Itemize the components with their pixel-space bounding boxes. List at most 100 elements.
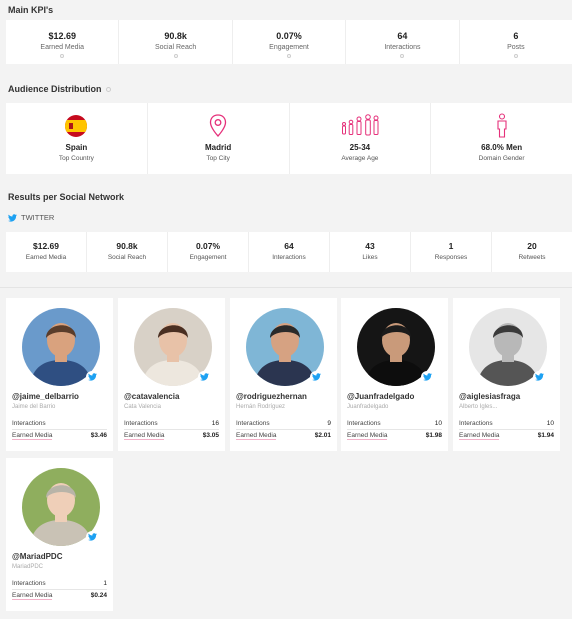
influencer-card[interactable]: @rodriguezhernan Hernán Rodríguez Intera… xyxy=(230,298,337,451)
twitter-kpi-value: 20 xyxy=(527,241,537,251)
audience-gender: 68.0% Men Domain Gender xyxy=(431,103,572,174)
audience-title: Audience Distribution xyxy=(8,84,111,94)
avatar[interactable] xyxy=(22,308,100,386)
avatar[interactable] xyxy=(22,468,100,546)
twitter-kpi-cell: 43 Likes xyxy=(330,232,411,272)
earned-media-label: Earned Media xyxy=(12,432,53,440)
spain-flag-icon xyxy=(6,113,147,139)
influencer-card[interactable]: @MariadPDC MariadPDC Interactions 1 Earn… xyxy=(6,458,113,611)
influencer-name: Juanfradelgado xyxy=(347,404,389,410)
twitter-tab[interactable]: TWITTER xyxy=(8,213,54,222)
kpi-value: 90.8k xyxy=(164,31,187,41)
twitter-kpi-value: 1 xyxy=(448,241,454,251)
twitter-kpi-label: Likes xyxy=(362,254,378,261)
interactions-label: Interactions xyxy=(12,420,46,427)
audience-age-value: 25-34 xyxy=(349,143,371,152)
influencer-name: Hernán Rodríguez xyxy=(236,404,286,410)
interactions-label: Interactions xyxy=(347,420,381,427)
kpi-value: 0.07% xyxy=(276,31,302,41)
earned-media-row: Earned Media $0.24 xyxy=(12,592,107,600)
twitter-kpi-label: Engagement xyxy=(189,254,227,261)
audience-city-label: Top City xyxy=(206,155,230,162)
interactions-row: Interactions 16 xyxy=(124,420,219,430)
kpi-cell: $12.69 Earned Media xyxy=(6,20,120,64)
audience-gender-value: 68.0% Men xyxy=(481,143,523,152)
twitter-kpi-label: Retweets xyxy=(518,254,546,261)
influencer-name: MariadPDC xyxy=(12,564,44,570)
twitter-kpi-cell: 0.07% Engagement xyxy=(168,232,249,272)
kpi-label: Interactions xyxy=(384,44,421,51)
twitter-kpi-value: $12.69 xyxy=(33,241,59,251)
map-pin-icon xyxy=(148,113,289,139)
twitter-kpi-cell: $12.69 Earned Media xyxy=(6,232,87,272)
interactions-value: 16 xyxy=(211,420,219,427)
kpi-label: Engagement xyxy=(269,44,309,51)
info-icon[interactable] xyxy=(400,54,405,58)
twitter-tab-label: TWITTER xyxy=(21,213,55,222)
twitter-kpis-card: $12.69 Earned Media 90.8k Social Reach 0.0… xyxy=(6,232,572,272)
influencer-card[interactable]: @jaime_delbarrio Jaime del Barrio Intera… xyxy=(6,298,113,451)
twitter-badge-icon xyxy=(310,371,322,383)
influencer-handle[interactable]: @rodriguezhernan xyxy=(236,392,307,401)
interactions-label: Interactions xyxy=(12,580,46,587)
earned-media-row: Earned Media $1.94 xyxy=(459,432,554,440)
influencer-handle[interactable]: @MariadPDC xyxy=(12,552,62,561)
earned-media-label: Earned Media xyxy=(12,592,53,600)
interactions-value: 10 xyxy=(434,420,442,427)
earned-media-value: $3.46 xyxy=(90,432,107,439)
twitter-badge-icon xyxy=(533,371,545,383)
avatar[interactable] xyxy=(357,308,435,386)
info-icon[interactable] xyxy=(105,87,111,93)
interactions-value: 1 xyxy=(103,580,107,587)
earned-media-label: Earned Media xyxy=(124,432,165,440)
interactions-row: Interactions xyxy=(12,420,107,430)
audience-title-text: Audience Distribution xyxy=(8,84,102,94)
info-icon[interactable] xyxy=(287,54,292,58)
influencer-card[interactable]: @aiglesiasfraga Alberto Igles... Interac… xyxy=(453,298,560,451)
earned-media-row: Earned Media $2.01 xyxy=(236,432,331,440)
main-kpis-title: Main KPI's xyxy=(8,5,54,15)
info-icon[interactable] xyxy=(173,54,178,58)
info-icon[interactable] xyxy=(60,54,65,58)
influencer-handle[interactable]: @jaime_delbarrio xyxy=(12,392,79,401)
audience-country: Spain Top Country xyxy=(6,103,148,174)
interactions-value: 9 xyxy=(327,420,331,427)
twitter-kpi-value: 0.07% xyxy=(195,241,221,251)
info-icon[interactable] xyxy=(513,54,518,58)
avatar[interactable] xyxy=(469,308,547,386)
avatar[interactable] xyxy=(134,308,212,386)
audience-country-label: Top Country xyxy=(58,155,94,162)
earned-media-value: $2.01 xyxy=(314,432,331,439)
influencer-card[interactable]: @catavalencia Cata Valencia Interactions… xyxy=(118,298,225,451)
avatar[interactable] xyxy=(246,308,324,386)
audience-age-label: Average Age xyxy=(341,155,379,162)
influencer-name: Cata Valencia xyxy=(124,404,161,410)
earned-media-label: Earned Media xyxy=(236,432,277,440)
audience-age: 25-34 Average Age xyxy=(290,103,432,174)
influencer-name: Alberto Igles... xyxy=(459,404,498,410)
interactions-row: Interactions 10 xyxy=(459,420,554,430)
earned-media-value: $3.05 xyxy=(202,432,219,439)
kpi-label: Earned Media xyxy=(40,44,84,51)
twitter-badge-icon xyxy=(86,531,98,543)
influencer-card[interactable]: @Juanfradelgado Juanfradelgado Interacti… xyxy=(341,298,448,451)
earned-media-label: Earned Media xyxy=(347,432,388,440)
influencer-handle[interactable]: @Juanfradelgado xyxy=(347,392,414,401)
interactions-row: Interactions 9 xyxy=(236,420,331,430)
influencers-grid: @jaime_delbarrio Jaime del Barrio Intera… xyxy=(0,287,572,619)
audience-city: Madrid Top City xyxy=(148,103,290,174)
interactions-row: Interactions 10 xyxy=(347,420,442,430)
kpi-value: 6 xyxy=(513,31,519,41)
kpi-value: $12.69 xyxy=(48,31,76,41)
twitter-kpi-value: 43 xyxy=(365,241,375,251)
audience-card: Spain Top Country Madrid Top City 25-34 … xyxy=(6,103,572,174)
man-icon xyxy=(431,113,572,139)
kpi-value: 64 xyxy=(397,31,408,41)
kpi-cell: 90.8k Social Reach xyxy=(119,20,233,64)
twitter-kpi-cell: 90.8k Social Reach xyxy=(87,232,168,272)
influencer-handle[interactable]: @aiglesiasfraga xyxy=(459,392,520,401)
twitter-kpi-value: 64 xyxy=(284,241,294,251)
influencer-handle[interactable]: @catavalencia xyxy=(124,392,179,401)
audience-gender-label: Domain Gender xyxy=(478,155,525,162)
earned-media-row: Earned Media $3.05 xyxy=(124,432,219,440)
